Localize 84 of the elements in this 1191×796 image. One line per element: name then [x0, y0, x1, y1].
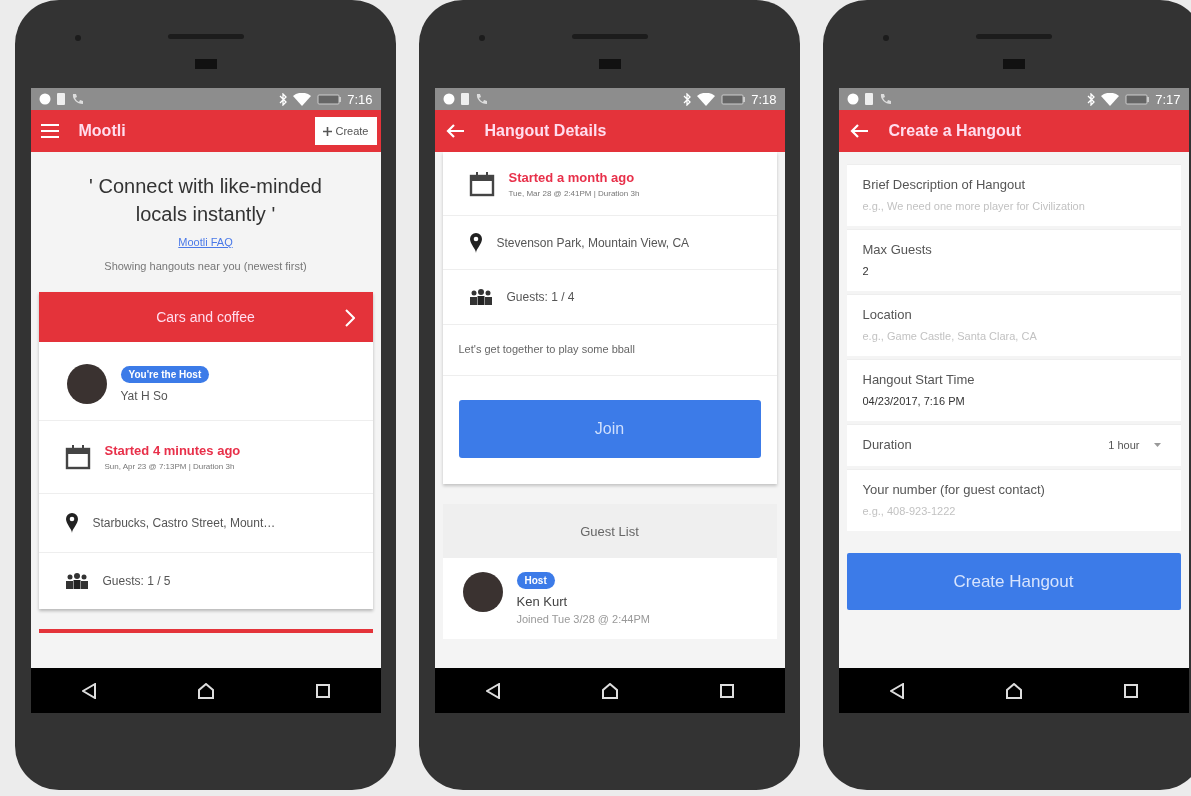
duration-dropdown[interactable]: 1 hour: [1104, 438, 1165, 451]
app-title: Create a Hangout: [888, 122, 1022, 140]
calendar-icon: [64, 444, 91, 470]
sim-card-icon: [460, 93, 469, 105]
hangout-description: Let's get together to play some bball: [442, 325, 777, 376]
back-arrow-icon[interactable]: [848, 123, 869, 139]
recents-square-icon[interactable]: [1123, 683, 1138, 698]
hangout-card[interactable]: Cars and coffee You're the Host Yat H So Started 4 minutes ago Sun, Apr 23 @ 7:13PM | Duration 3h Starbucks, Castro Street, Mount… Guests: 1 / 5: [38, 292, 373, 609]
chevron-right-icon: [344, 309, 355, 327]
home-icon[interactable]: [1005, 682, 1022, 699]
hangout-status: Started 4 minutes ago: [104, 443, 241, 458]
hangout-status: Started a month ago: [508, 169, 636, 185]
home-icon[interactable]: [197, 682, 214, 699]
avatar: [462, 572, 503, 612]
avatar: [66, 364, 107, 404]
field-label: Brief Description of Hangout: [862, 177, 1027, 192]
hangout-location: Stevenson Park, Mountain View, CA: [496, 235, 690, 250]
sensor: [1002, 59, 1025, 69]
hangout-schedule: Sun, Apr 23 @ 7:13PM | Duration 3h: [104, 462, 236, 471]
status-time: 7:17: [1155, 91, 1181, 107]
wifi-icon: [697, 92, 716, 106]
field-label: Max Guests: [862, 242, 933, 257]
back-arrow-icon[interactable]: [444, 123, 465, 139]
wifi-icon: [1101, 92, 1120, 106]
bluetooth-icon: [683, 92, 692, 106]
sensor: [598, 59, 621, 69]
text-field[interactable]: e.g., Game Castle, Santa Clara, CA: [862, 330, 1163, 342]
sim-card-icon: [864, 93, 873, 105]
people-icon: [468, 289, 493, 305]
app-title: Mootli: [78, 122, 127, 140]
guest-count: Guests: 1 / 5: [102, 574, 171, 588]
hangout-title: Cars and coffee: [156, 309, 255, 325]
hangout-schedule: Tue, Mar 28 @ 2:41PM | Duration 3h: [508, 188, 640, 198]
text-field[interactable]: 2: [862, 265, 1163, 277]
app-title: Hangout Details: [484, 122, 608, 140]
host-badge: Host: [516, 572, 555, 589]
map-pin-icon: [468, 231, 483, 254]
wifi-icon: [293, 92, 312, 106]
guest-name: Ken Kurt: [516, 594, 569, 609]
text-field[interactable]: 04/23/2017, 7:16 PM: [862, 395, 1163, 407]
recents-square-icon[interactable]: [719, 683, 734, 698]
menu-icon[interactable]: [40, 124, 59, 138]
field-label: Location: [862, 307, 913, 322]
notification-icon: [442, 93, 455, 105]
calendar-icon: [468, 170, 495, 197]
field-label: Your number (for guest contact): [862, 482, 1046, 497]
hangout-location: Starbucks, Castro Street, Mount…: [92, 516, 276, 530]
phone-icon: [70, 93, 83, 105]
back-triangle-icon[interactable]: [889, 682, 904, 699]
sensor: [194, 59, 217, 69]
create-button[interactable]: Create: [315, 117, 377, 145]
back-triangle-icon[interactable]: [81, 682, 96, 699]
sim-card-icon: [56, 93, 65, 105]
status-time: 7:18: [751, 91, 777, 107]
host-badge: You're the Host: [120, 365, 210, 383]
battery-icon: [1125, 93, 1150, 105]
notification-icon: [846, 93, 859, 105]
battery-icon: [721, 93, 746, 105]
guest-count: Guests: 1 / 4: [506, 290, 575, 304]
bluetooth-icon: [279, 92, 288, 106]
people-icon: [64, 573, 89, 589]
status-time: 7:16: [347, 91, 373, 107]
bluetooth-icon: [1087, 92, 1096, 106]
plus-icon: [323, 126, 333, 136]
battery-icon: [317, 93, 342, 105]
map-pin-icon: [64, 512, 79, 534]
recents-square-icon[interactable]: [315, 683, 330, 698]
phone-icon: [878, 93, 891, 105]
field-label: Duration: [862, 437, 912, 452]
text-field[interactable]: e.g., 408-923-1222: [862, 505, 1163, 517]
notification-icon: [38, 93, 51, 105]
hangout-title-bar[interactable]: Cars and coffee: [38, 292, 373, 342]
guest-list-title: Guest List: [442, 504, 777, 558]
tagline: ' Connect with like-minded locals instantly ': [88, 174, 323, 227]
host-name: Yat H So: [120, 388, 169, 403]
field-label: Hangout Start Time: [862, 372, 976, 387]
text-field[interactable]: e.g., We need one more player for Civilization: [862, 200, 1163, 212]
phone-icon: [474, 93, 487, 105]
home-icon[interactable]: [601, 682, 618, 699]
joined-time: Joined Tue 3/28 @ 2:44PM: [516, 613, 650, 625]
dropdown-caret-icon: [1153, 442, 1161, 447]
back-triangle-icon[interactable]: [485, 682, 500, 699]
faq-link[interactable]: Mootli FAQ: [178, 236, 233, 248]
list-note: Showing hangouts near you (newest first): [103, 260, 308, 272]
